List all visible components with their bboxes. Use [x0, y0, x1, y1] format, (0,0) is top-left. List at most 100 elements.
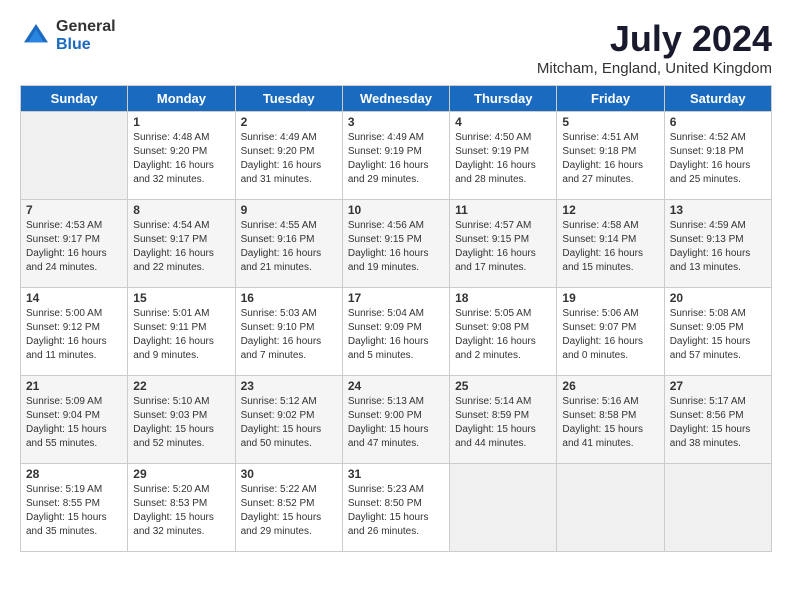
logo-icon — [20, 20, 52, 52]
day-info: Sunrise: 5:22 AM Sunset: 8:52 PM Dayligh… — [241, 483, 337, 539]
day-info: Sunrise: 4:50 AM Sunset: 9:19 PM Dayligh… — [455, 131, 551, 187]
col-monday: Monday — [128, 86, 235, 112]
day-info: Sunrise: 4:59 AM Sunset: 9:13 PM Dayligh… — [670, 219, 766, 275]
table-cell: 29Sunrise: 5:20 AM Sunset: 8:53 PM Dayli… — [128, 464, 235, 552]
col-sunday: Sunday — [21, 86, 128, 112]
day-number: 3 — [348, 115, 444, 129]
day-number: 24 — [348, 379, 444, 393]
logo-general: General — [56, 18, 116, 36]
table-cell: 5 Sunrise: 4:51 AM Sunset: 9:18 PM Daylig… — [557, 112, 664, 200]
day-number: 16 — [241, 291, 337, 305]
table-cell — [21, 112, 128, 200]
table-cell: 19 Sunrise: 5:06 AM Sunset: 9:07 PM Dayli… — [557, 288, 664, 376]
table-cell: 16 Sunrise: 5:03 AM Sunset: 9:10 PM Dayli… — [235, 288, 342, 376]
col-saturday: Saturday — [664, 86, 771, 112]
day-number: 4 — [455, 115, 551, 129]
logo-text: General Blue — [56, 18, 116, 53]
table-cell: 30 Sunrise: 5:22 AM Sunset: 8:52 PM Dayli… — [235, 464, 342, 552]
day-info: Sunrise: 5:23 AM Sunset: 8:50 PM Dayligh… — [348, 483, 444, 539]
col-thursday: Thursday — [450, 86, 557, 112]
day-number: 19 — [562, 291, 658, 305]
table-cell: 21 Sunrise: 5:09 AM Sunset: 9:04 PM Dayli… — [21, 376, 128, 464]
day-info: Sunrise: 5:20 AM Sunset: 8:53 PM Dayligh… — [133, 483, 229, 539]
day-number: 18 — [455, 291, 551, 305]
table-cell: 17Sunrise: 5:04 AM Sunset: 9:09 PM Dayli… — [342, 288, 449, 376]
day-info: Sunrise: 4:53 AM Sunset: 9:17 PM Dayligh… — [26, 219, 122, 275]
day-number: 27 — [670, 379, 766, 393]
day-info: Sunrise: 4:56 AM Sunset: 9:15 PM Dayligh… — [348, 219, 444, 275]
table-row: 14Sunrise: 5:00 AM Sunset: 9:12 PM Dayli… — [21, 288, 772, 376]
table-cell — [557, 464, 664, 552]
table-cell: 3 Sunrise: 4:49 AM Sunset: 9:19 PM Daylig… — [342, 112, 449, 200]
main-title: July 2024 — [537, 18, 772, 60]
day-number: 12 — [562, 203, 658, 217]
table-cell — [664, 464, 771, 552]
table-row: 21 Sunrise: 5:09 AM Sunset: 9:04 PM Dayli… — [21, 376, 772, 464]
table-row: 1 Sunrise: 4:48 AM Sunset: 9:20 PM Daylig… — [21, 112, 772, 200]
day-info: Sunrise: 4:49 AM Sunset: 9:19 PM Dayligh… — [348, 131, 444, 187]
col-tuesday: Tuesday — [235, 86, 342, 112]
header-row: Sunday Monday Tuesday Wednesday Thursday… — [21, 86, 772, 112]
day-number: 15 — [133, 291, 229, 305]
title-block: July 2024 Mitcham, England, United Kingd… — [537, 18, 772, 77]
table-cell: 20 Sunrise: 5:08 AM Sunset: 9:05 PM Dayli… — [664, 288, 771, 376]
table-cell — [450, 464, 557, 552]
day-info: Sunrise: 5:06 AM Sunset: 9:07 PM Dayligh… — [562, 307, 658, 363]
calendar: Sunday Monday Tuesday Wednesday Thursday… — [20, 85, 772, 552]
day-number: 13 — [670, 203, 766, 217]
day-info: Sunrise: 5:09 AM Sunset: 9:04 PM Dayligh… — [26, 395, 122, 451]
table-cell: 4 Sunrise: 4:50 AM Sunset: 9:19 PM Daylig… — [450, 112, 557, 200]
table-cell: 10Sunrise: 4:56 AM Sunset: 9:15 PM Dayli… — [342, 200, 449, 288]
table-cell: 18 Sunrise: 5:05 AM Sunset: 9:08 PM Dayli… — [450, 288, 557, 376]
day-number: 20 — [670, 291, 766, 305]
day-number: 26 — [562, 379, 658, 393]
table-cell: 22Sunrise: 5:10 AM Sunset: 9:03 PM Dayli… — [128, 376, 235, 464]
header: General Blue July 2024 Mitcham, England,… — [20, 18, 772, 77]
table-cell: 12Sunrise: 4:58 AM Sunset: 9:14 PM Dayli… — [557, 200, 664, 288]
page: General Blue July 2024 Mitcham, England,… — [0, 0, 792, 612]
day-info: Sunrise: 5:16 AM Sunset: 8:58 PM Dayligh… — [562, 395, 658, 451]
day-info: Sunrise: 4:51 AM Sunset: 9:18 PM Dayligh… — [562, 131, 658, 187]
day-number: 9 — [241, 203, 337, 217]
table-cell: 23Sunrise: 5:12 AM Sunset: 9:02 PM Dayli… — [235, 376, 342, 464]
day-info: Sunrise: 5:08 AM Sunset: 9:05 PM Dayligh… — [670, 307, 766, 363]
table-row: 28Sunrise: 5:19 AM Sunset: 8:55 PM Dayli… — [21, 464, 772, 552]
day-number: 1 — [133, 115, 229, 129]
day-info: Sunrise: 5:01 AM Sunset: 9:11 PM Dayligh… — [133, 307, 229, 363]
subtitle: Mitcham, England, United Kingdom — [537, 60, 772, 77]
day-number: 30 — [241, 467, 337, 481]
table-cell: 9 Sunrise: 4:55 AM Sunset: 9:16 PM Daylig… — [235, 200, 342, 288]
day-number: 8 — [133, 203, 229, 217]
day-info: Sunrise: 4:54 AM Sunset: 9:17 PM Dayligh… — [133, 219, 229, 275]
day-number: 22 — [133, 379, 229, 393]
day-info: Sunrise: 4:55 AM Sunset: 9:16 PM Dayligh… — [241, 219, 337, 275]
day-info: Sunrise: 5:03 AM Sunset: 9:10 PM Dayligh… — [241, 307, 337, 363]
table-cell: 13 Sunrise: 4:59 AM Sunset: 9:13 PM Dayli… — [664, 200, 771, 288]
table-cell: 14Sunrise: 5:00 AM Sunset: 9:12 PM Dayli… — [21, 288, 128, 376]
table-cell: 24 Sunrise: 5:13 AM Sunset: 9:00 PM Dayli… — [342, 376, 449, 464]
table-cell: 1 Sunrise: 4:48 AM Sunset: 9:20 PM Daylig… — [128, 112, 235, 200]
day-number: 2 — [241, 115, 337, 129]
col-friday: Friday — [557, 86, 664, 112]
day-info: Sunrise: 5:14 AM Sunset: 8:59 PM Dayligh… — [455, 395, 551, 451]
table-cell: 7Sunrise: 4:53 AM Sunset: 9:17 PM Daylig… — [21, 200, 128, 288]
logo: General Blue — [20, 18, 116, 53]
day-number: 11 — [455, 203, 551, 217]
day-info: Sunrise: 4:48 AM Sunset: 9:20 PM Dayligh… — [133, 131, 229, 187]
day-info: Sunrise: 4:57 AM Sunset: 9:15 PM Dayligh… — [455, 219, 551, 275]
day-number: 21 — [26, 379, 122, 393]
day-info: Sunrise: 4:49 AM Sunset: 9:20 PM Dayligh… — [241, 131, 337, 187]
day-number: 5 — [562, 115, 658, 129]
table-cell: 25Sunrise: 5:14 AM Sunset: 8:59 PM Dayli… — [450, 376, 557, 464]
table-cell: 8 Sunrise: 4:54 AM Sunset: 9:17 PM Daylig… — [128, 200, 235, 288]
day-number: 6 — [670, 115, 766, 129]
table-cell: 31 Sunrise: 5:23 AM Sunset: 8:50 PM Dayli… — [342, 464, 449, 552]
day-info: Sunrise: 4:52 AM Sunset: 9:18 PM Dayligh… — [670, 131, 766, 187]
day-number: 17 — [348, 291, 444, 305]
day-number: 31 — [348, 467, 444, 481]
table-cell: 6 Sunrise: 4:52 AM Sunset: 9:18 PM Daylig… — [664, 112, 771, 200]
day-info: Sunrise: 5:12 AM Sunset: 9:02 PM Dayligh… — [241, 395, 337, 451]
day-info: Sunrise: 5:05 AM Sunset: 9:08 PM Dayligh… — [455, 307, 551, 363]
day-info: Sunrise: 5:19 AM Sunset: 8:55 PM Dayligh… — [26, 483, 122, 539]
day-info: Sunrise: 5:13 AM Sunset: 9:00 PM Dayligh… — [348, 395, 444, 451]
